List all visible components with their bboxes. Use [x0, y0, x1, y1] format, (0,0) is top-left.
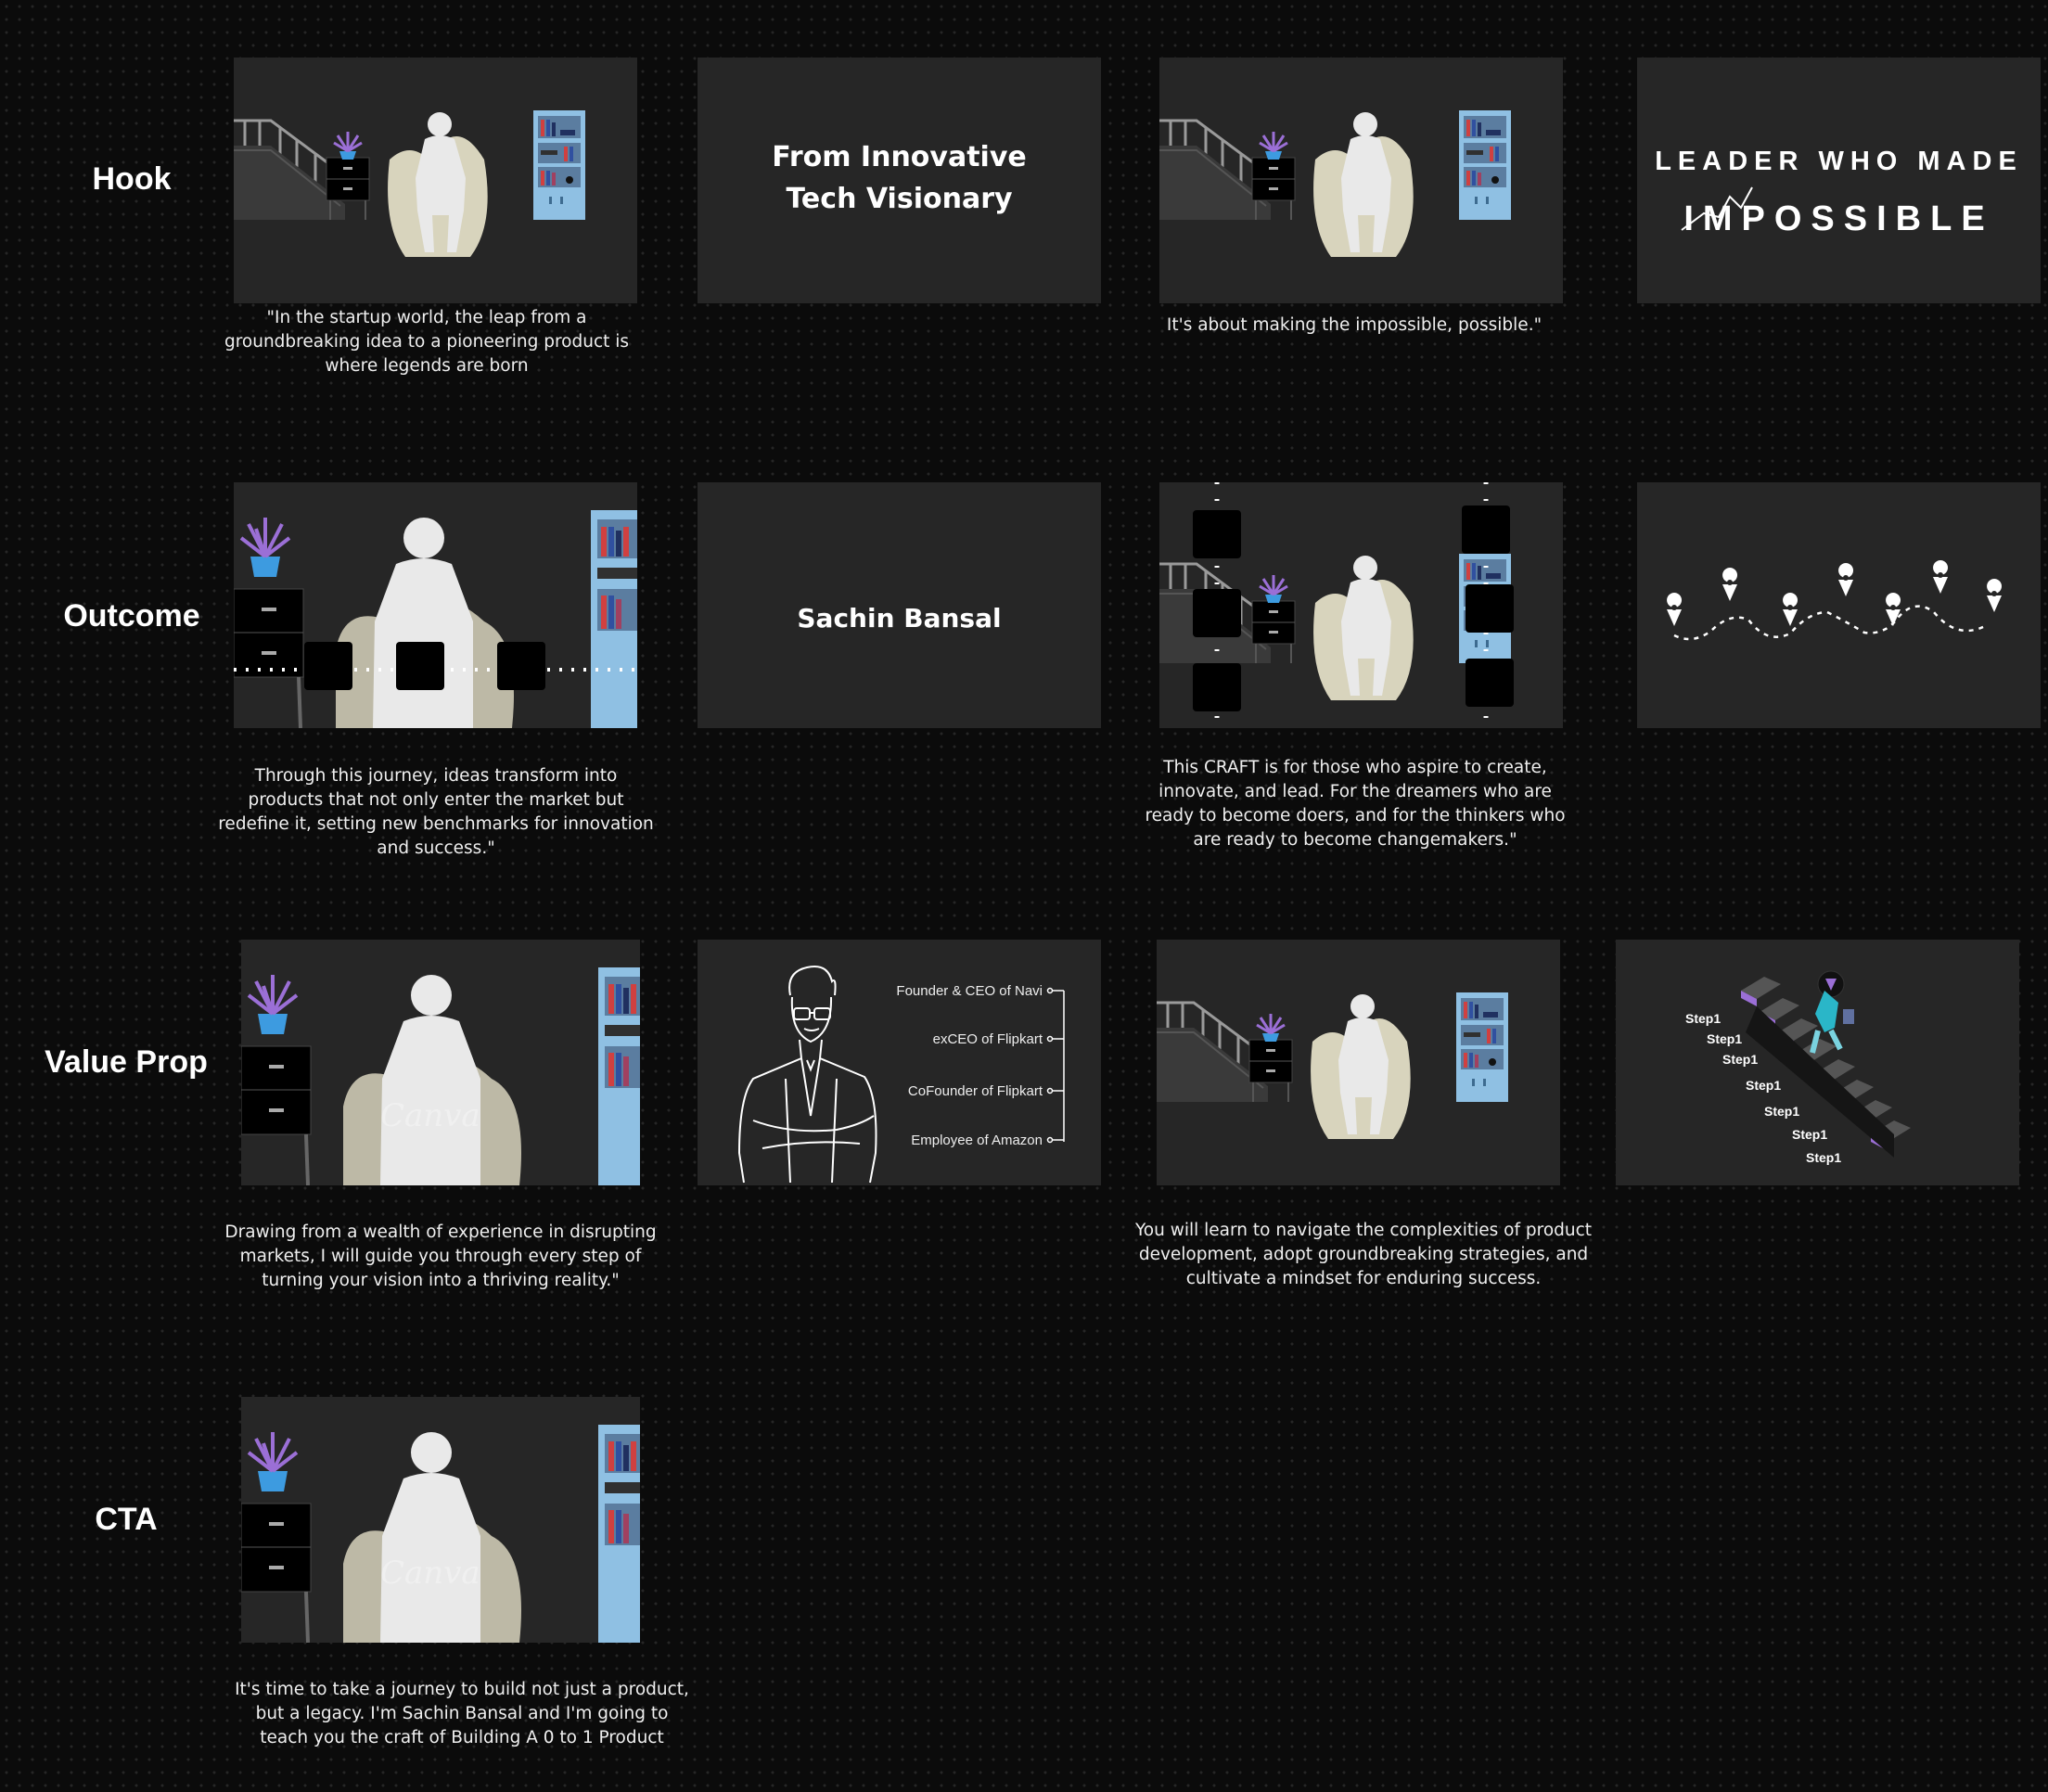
staircase-steps-illustration: Step1 Step1 Step1 Step1 Step1 Step1 Step… [1685, 970, 1911, 1165]
cta-caption-1: It's time to take a journey to build not… [235, 1680, 689, 1747]
hook-frame-4[interactable]: LEADER WHO MADE IMPOSSIBLE [1637, 58, 2041, 303]
role-label: exCEO of Flipkart [933, 1031, 1043, 1047]
outcome-frame-1[interactable] [234, 482, 637, 728]
step-label: Step1 [1722, 1052, 1758, 1067]
journey-path-icon [1667, 560, 2003, 641]
crack-icon [1681, 186, 1753, 231]
row-label-outcome: Outcome [63, 598, 200, 634]
hook-caption-1: "In the startup world, the leap from a g… [224, 308, 630, 376]
role-label: Employee of Amazon [911, 1133, 1043, 1148]
step-label: Step1 [1685, 1011, 1721, 1026]
cta-frame-1[interactable]: Canva [241, 1397, 640, 1643]
hook-caption-3: It's about making the impossible, possib… [1166, 315, 1542, 335]
step-label: Step1 [1764, 1104, 1799, 1119]
step-label: Step1 [1806, 1150, 1841, 1165]
room-scene-illustration [1157, 991, 1510, 1141]
value-frame-1[interactable]: Canva [241, 940, 640, 1185]
outcome-frame-2[interactable]: Sachin Bansal [698, 482, 1101, 728]
step-label: Step1 [1707, 1031, 1742, 1046]
value-caption-3: You will learn to navigate the complexit… [1134, 1221, 1593, 1288]
hook-title-line2: Tech Visionary [786, 183, 1013, 215]
canva-watermark: Canva [380, 1097, 480, 1134]
room-scene-illustration [234, 109, 587, 259]
role-label: CoFounder of Flipkart [908, 1083, 1043, 1099]
outcome-caption-1: Through this journey, ideas transform in… [218, 766, 654, 858]
value-frame-2[interactable]: Founder & CEO of Navi exCEO of Flipkart … [698, 940, 1101, 1185]
room-scene-illustration [1159, 109, 1513, 259]
canva-watermark: Canva [380, 1555, 480, 1592]
value-caption-1: Drawing from a wealth of experience in d… [224, 1222, 657, 1290]
outcome-caption-3: This CRAFT is for those who aspire to cr… [1145, 758, 1566, 850]
closeup-scene-illustration [241, 966, 640, 1185]
row-label-hook: Hook [92, 161, 172, 197]
hook-frame-1[interactable] [234, 58, 637, 303]
step-label: Step1 [1746, 1078, 1781, 1093]
closeup-scene-illustration [241, 1423, 640, 1643]
outcome-frame-4[interactable] [1637, 482, 2041, 728]
value-frame-3[interactable] [1157, 940, 1560, 1185]
row-label-cta: CTA [95, 1502, 158, 1537]
value-frame-4[interactable]: Step1 Step1 Step1 Step1 Step1 Step1 Step… [1616, 940, 2019, 1185]
hook-frame-2[interactable]: From Innovative Tech Visionary [698, 58, 1101, 303]
room-scene-illustration [1159, 482, 1514, 728]
closeup-scene-illustration [234, 508, 637, 728]
step-label: Step1 [1792, 1127, 1827, 1142]
hook-title-line1: From Innovative [772, 141, 1027, 173]
founder-sketch-illustration: Founder & CEO of Navi exCEO of Flipkart … [737, 966, 1065, 1184]
outcome-frame-3[interactable] [1159, 482, 1563, 728]
role-label: Founder & CEO of Navi [896, 983, 1043, 999]
row-label-value-prop: Value Prop [45, 1044, 208, 1080]
hook-frame-3[interactable] [1159, 58, 1563, 303]
outcome-title: Sachin Bansal [797, 603, 1002, 634]
